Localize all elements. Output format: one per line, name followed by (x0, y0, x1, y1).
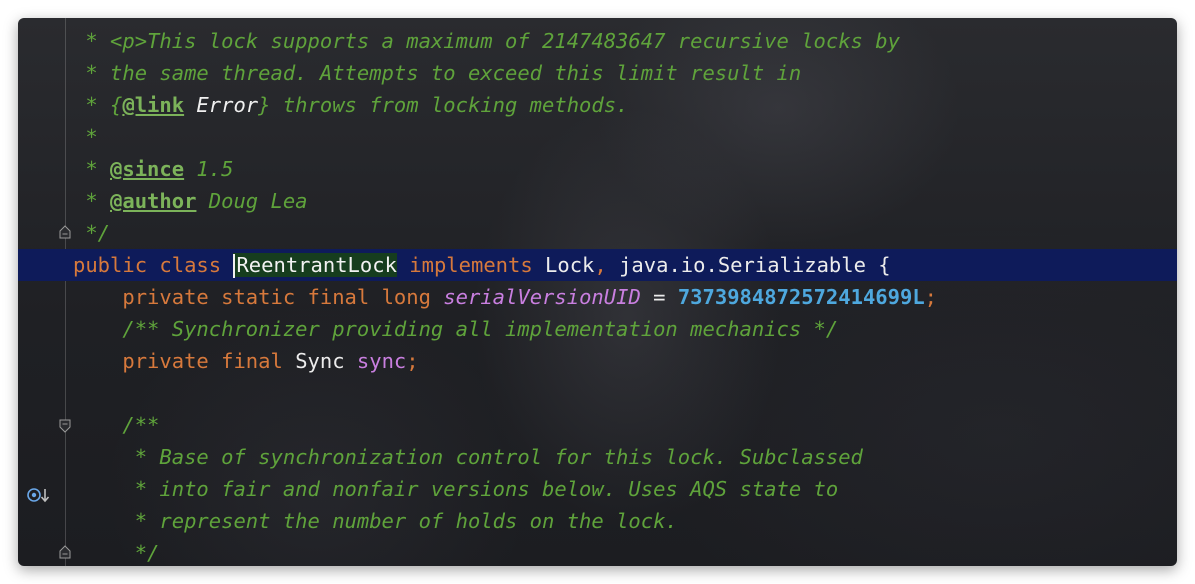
javadoc-author-tag: @author (110, 189, 197, 213)
code-line: */ (134, 541, 160, 565)
type-lock[interactable]: Lock (545, 253, 594, 277)
class-name-identifier[interactable]: ReentrantLock (233, 253, 397, 278)
code-line: * @author Doug Lea (85, 189, 308, 213)
javadoc-since-tag: @since (110, 157, 185, 181)
code-line: * @since 1.5 (85, 157, 234, 181)
code-line: * represent the number of holds on the l… (134, 509, 678, 533)
field-sync[interactable]: sync (357, 349, 406, 373)
code-line: * Base of synchronization control for th… (134, 445, 863, 469)
type-sync[interactable]: Sync (295, 349, 344, 373)
code-line: * the same thread. Attempts to exceed th… (85, 61, 802, 85)
code-line: */ (85, 221, 111, 245)
code-line: * <p>This lock supports a maximum of 214… (85, 29, 900, 53)
field-serialVersionUID[interactable]: serialVersionUID (443, 285, 640, 309)
code-line: * (85, 125, 98, 149)
type-serializable[interactable]: java.io.Serializable (619, 253, 866, 277)
code-line: /** (122, 413, 160, 437)
current-code-line[interactable]: public class ReentrantLock implements Lo… (18, 249, 1177, 503)
code-line: private static final long serialVersionU… (122, 285, 938, 309)
code-line: * {@link Error} throws from locking meth… (85, 93, 629, 117)
code-editor[interactable]: * <p>This lock supports a maximum of 214… (18, 18, 1177, 566)
code-line: /** Synchronizer providing all implement… (122, 317, 839, 341)
code-line: * into fair and nonfair versions below. … (134, 477, 839, 501)
javadoc-link-tag[interactable]: @link (122, 93, 184, 117)
code-line: private final Sync sync; (122, 349, 419, 373)
